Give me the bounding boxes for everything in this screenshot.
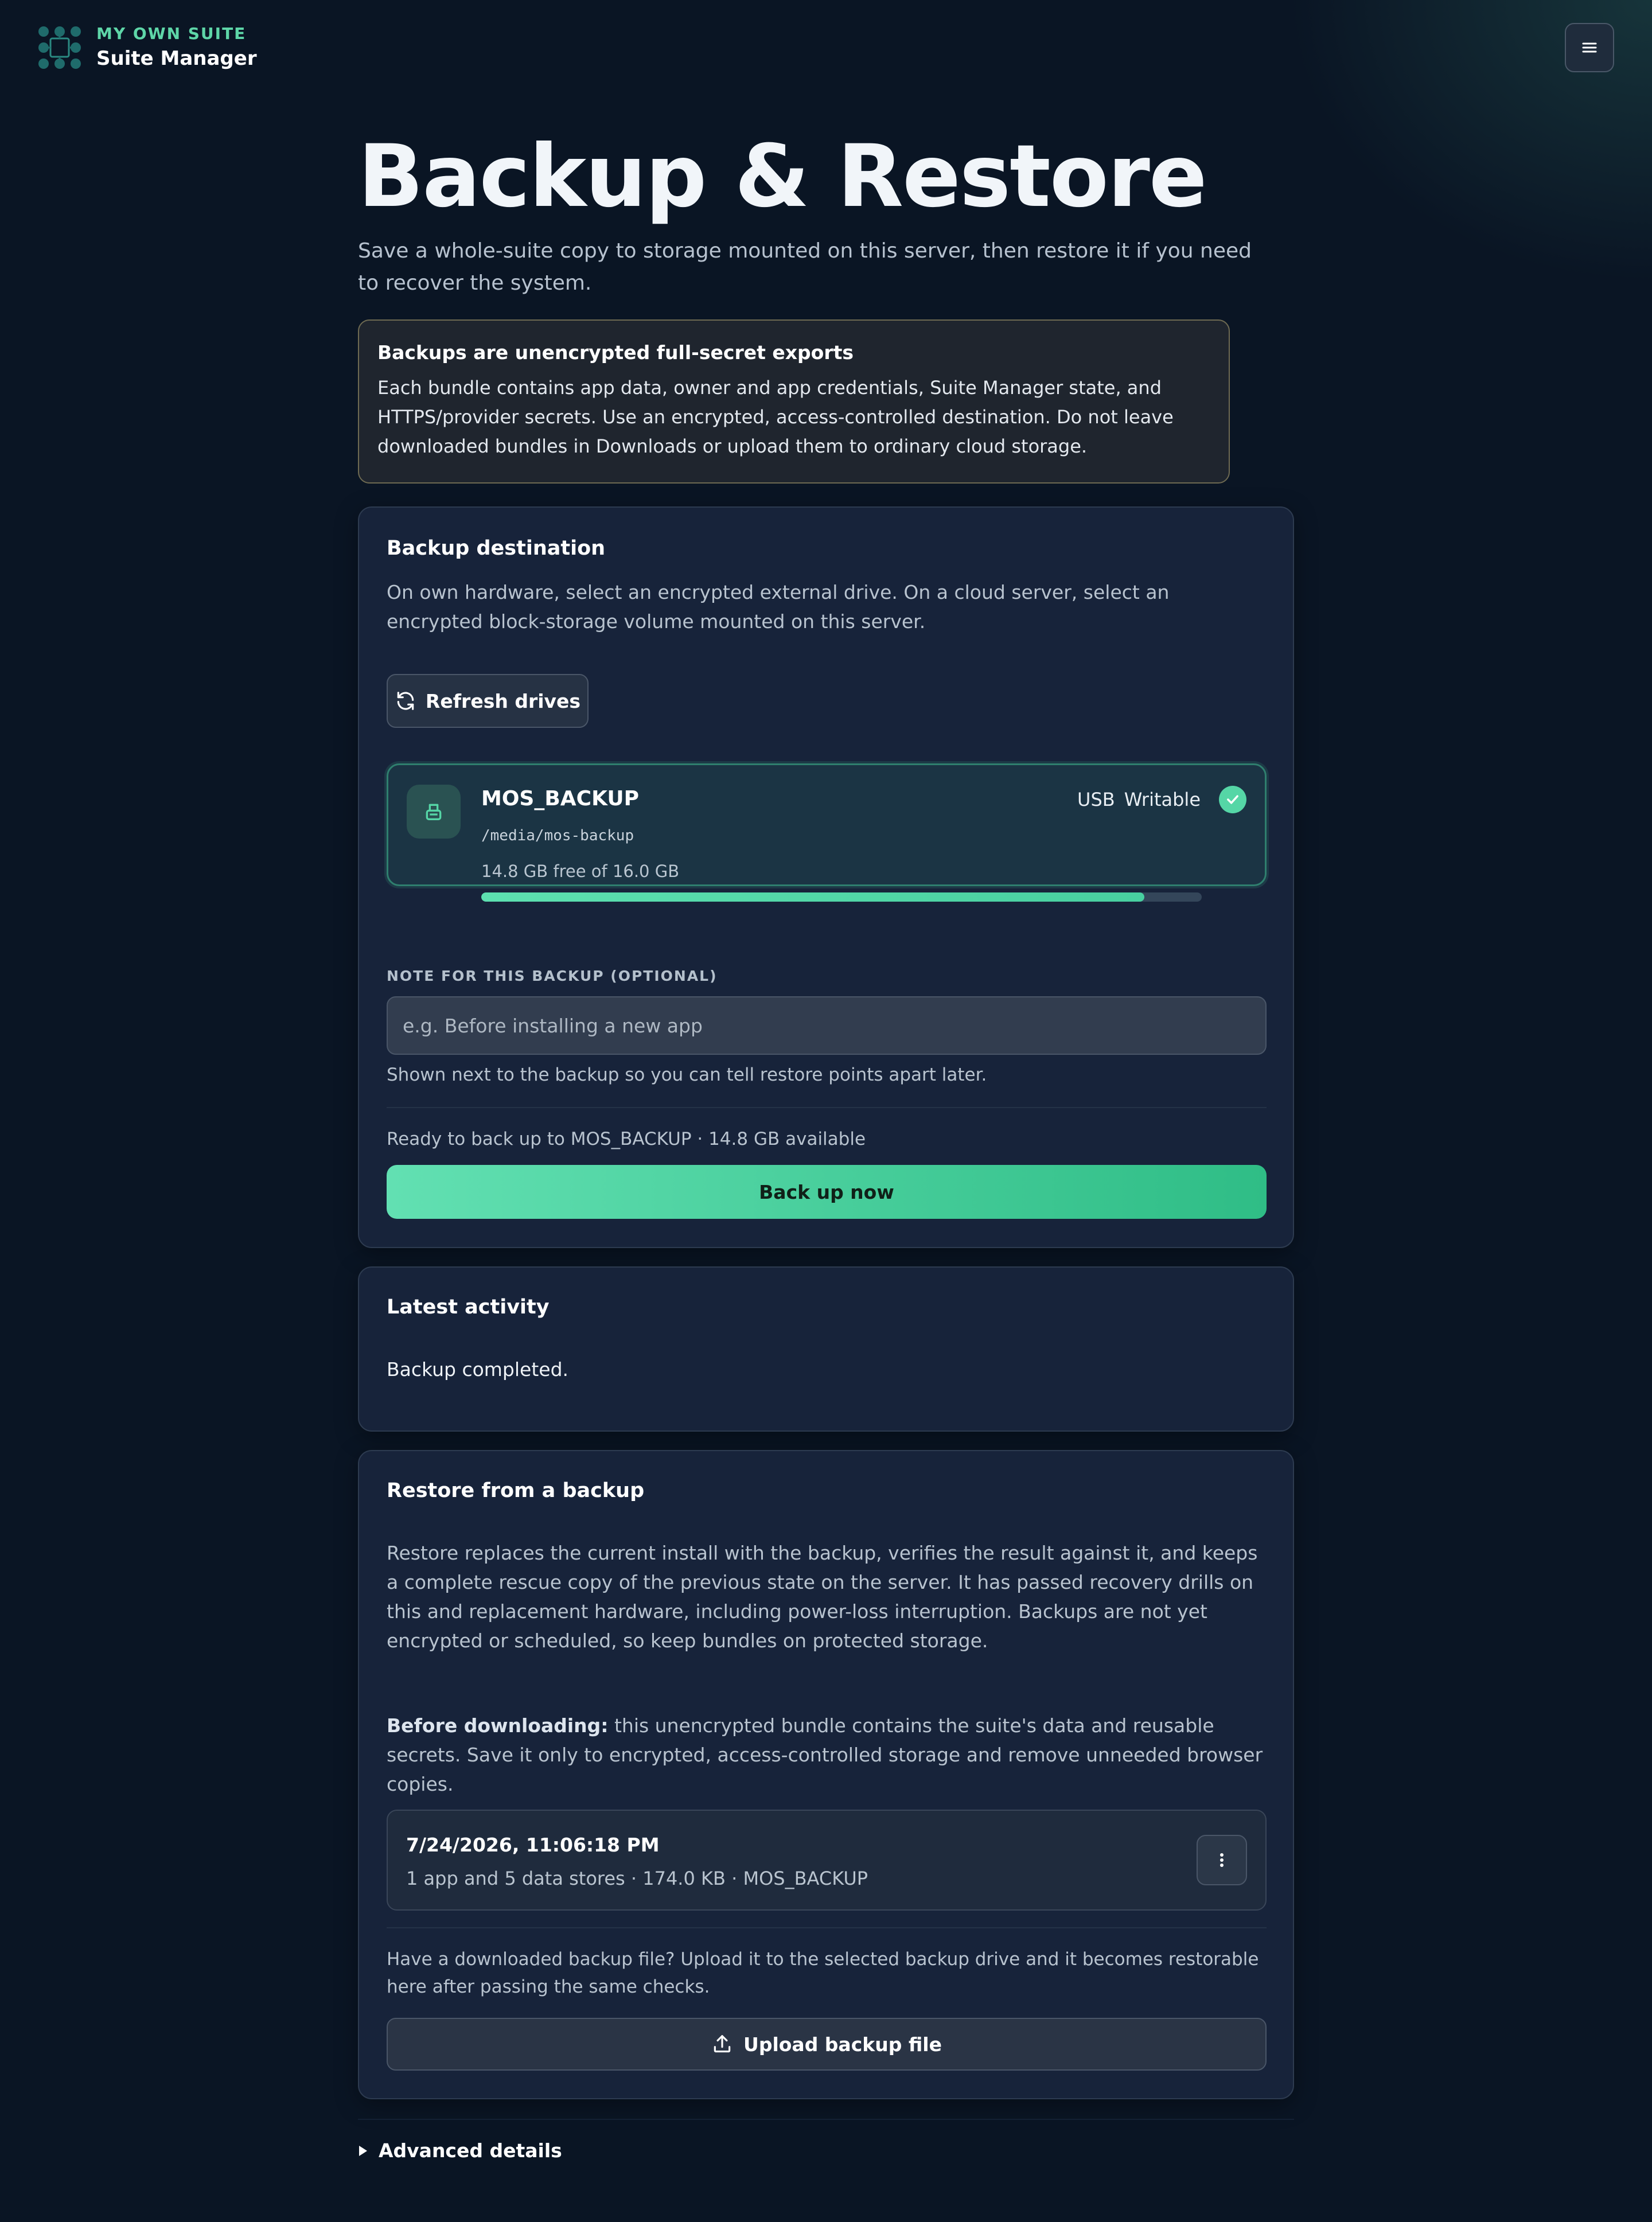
drive-tags: USB Writable — [1077, 786, 1246, 813]
back-up-now-button[interactable]: Back up now — [387, 1165, 1267, 1219]
activity-title: Latest activity — [387, 1296, 550, 1319]
backup-note-input[interactable] — [387, 996, 1267, 1055]
restore-description: Restore replaces the current install wit… — [387, 1542, 1258, 1652]
drive-free-space: 14.8 GB free of 16.0 GB — [481, 861, 680, 881]
selected-check-icon — [1219, 786, 1246, 813]
brand-kicker: MY OWN SUITE — [96, 24, 247, 43]
drive-name: MOS_BACKUP — [481, 787, 639, 810]
upload-icon — [714, 2035, 731, 2053]
note-help-text: Shown next to the backup so you can tell… — [387, 1065, 987, 1085]
backup-meta: 1 app and 5 data stores · 174.0 KB · MOS… — [406, 1868, 868, 1889]
drive-option[interactable]: MOS_BACKUP /media/mos-backup 14.8 GB fre… — [387, 763, 1267, 902]
drive-status: Writable — [1124, 789, 1201, 810]
backup-date: 7/24/2026, 11:06:18 PM — [406, 1834, 660, 1856]
app-name: Suite Manager — [96, 47, 257, 70]
activity-text: Backup completed. — [387, 1358, 569, 1381]
refresh-icon — [397, 692, 414, 710]
restore-title: Restore from a backup — [387, 1479, 645, 1502]
download-warning-label: Before downloading: — [387, 1714, 609, 1737]
upload-backup-label: Upload backup file — [743, 2033, 942, 2056]
warning-body: Each bundle contains app data, owner and… — [377, 377, 1174, 457]
destination-description: On own hardware, select an encrypted ext… — [387, 581, 1170, 633]
more-vertical-icon — [1220, 1853, 1224, 1867]
restore-card: Restore from a backup Restore replaces t… — [358, 1450, 1294, 2099]
drive-path: /media/mos-backup — [481, 827, 634, 844]
security-warning: Backups are unencrypted full-secret expo… — [358, 319, 1230, 484]
ready-status: Ready to back up to MOS_BACKUP · 14.8 GB… — [387, 1129, 866, 1149]
latest-activity-card: Latest activity Backup completed. — [358, 1266, 1294, 1432]
backup-list-item[interactable]: 7/24/2026, 11:06:18 PM 1 app and 5 data … — [387, 1810, 1267, 1911]
warning-title: Backups are unencrypted full-secret expo… — [377, 341, 854, 364]
upload-help-text: Have a downloaded backup file? Upload it… — [387, 1949, 1259, 1997]
page-title: Backup & Restore — [358, 127, 1207, 227]
download-warning: Before downloading: this unencrypted bun… — [387, 1711, 1268, 1799]
hamburger-menu-icon — [1582, 42, 1597, 53]
drive-usage-bar — [481, 892, 1202, 902]
drive-type: USB — [1077, 789, 1115, 810]
advanced-details-toggle[interactable]: Advanced details — [358, 2138, 562, 2164]
refresh-drives-label: Refresh drives — [425, 689, 581, 712]
backup-actions-button[interactable] — [1197, 1835, 1247, 1885]
divider — [387, 1927, 1267, 1928]
menu-button[interactable] — [1565, 23, 1614, 72]
drive-icon — [407, 785, 461, 839]
brand[interactable]: MY OWN SUITE Suite Manager — [37, 23, 257, 72]
suite-logo-icon — [37, 25, 83, 71]
note-label: NOTE FOR THIS BACKUP (OPTIONAL) — [387, 968, 718, 984]
advanced-details-label: Advanced details — [379, 2139, 562, 2162]
brand-text: MY OWN SUITE Suite Manager — [96, 23, 257, 72]
disclosure-triangle-icon — [359, 2146, 367, 2156]
divider — [387, 1107, 1267, 1108]
drive-usage-fill — [481, 892, 1144, 902]
divider — [358, 2119, 1294, 2120]
destination-title: Backup destination — [387, 537, 606, 560]
page-subtitle: Save a whole-suite copy to storage mount… — [358, 239, 1252, 295]
backup-destination-card: Backup destination On own hardware, sele… — [358, 506, 1294, 1248]
upload-backup-button[interactable]: Upload backup file — [387, 2018, 1267, 2071]
refresh-drives-button[interactable]: Refresh drives — [387, 674, 589, 728]
